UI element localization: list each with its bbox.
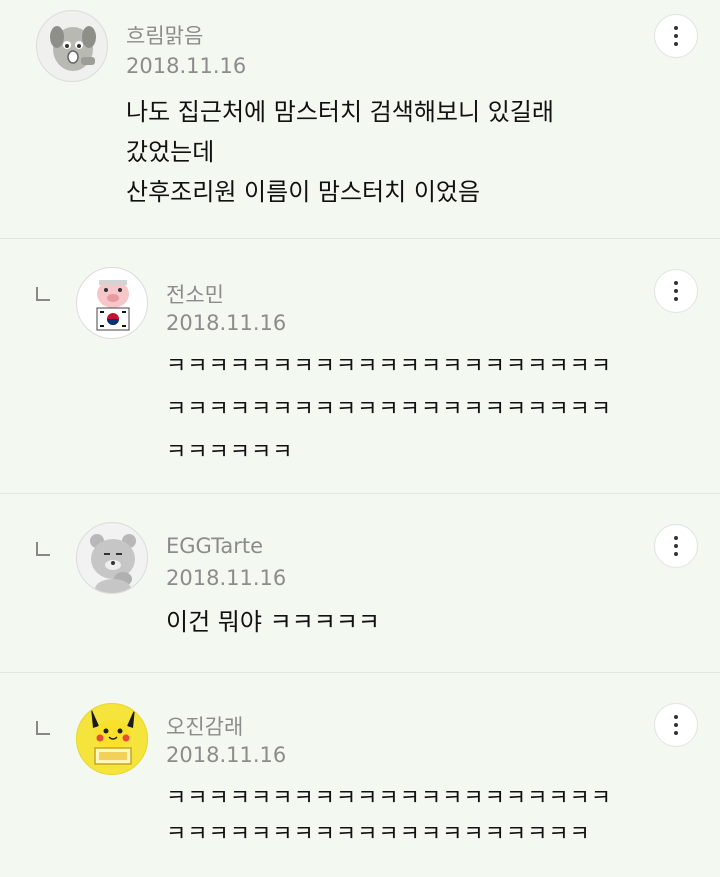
comment-text: ㅋㅋㅋㅋㅋㅋㅋㅋㅋㅋㅋㅋㅋㅋㅋㅋㅋㅋㅋㅋㅋ ㅋㅋㅋㅋㅋㅋㅋㅋㅋㅋㅋㅋㅋㅋㅋㅋㅋㅋ… [166, 781, 612, 853]
dot-icon [674, 544, 678, 548]
comment-line: ㅋㅋㅋㅋㅋㅋㅋㅋㅋㅋㅋㅋㅋㅋㅋㅋㅋㅋㅋㅋㅋ [166, 397, 613, 422]
reply-item: 전소민 2018.11.16 ㅋㅋㅋㅋㅋㅋㅋㅋㅋㅋㅋㅋㅋㅋㅋㅋㅋㅋㅋㅋㅋ ㅋㅋㅋ… [0, 239, 720, 493]
comment-date: 2018.11.16 [166, 566, 287, 590]
reply-arrow-icon [36, 721, 50, 735]
more-options-button[interactable] [654, 524, 698, 568]
comment-line: ㅋㅋㅋㅋㅋㅋㅋㅋㅋㅋㅋㅋㅋㅋㅋㅋㅋㅋㅋㅋㅋ [166, 354, 613, 379]
dot-icon [674, 297, 678, 301]
dot-icon [674, 26, 678, 30]
comment-line: ㅋㅋㅋㅋㅋㅋ [166, 440, 294, 465]
comment-line: ㅋㅋㅋㅋㅋㅋㅋㅋㅋㅋㅋㅋㅋㅋㅋㅋㅋㅋㅋㅋ [166, 822, 591, 847]
more-options-button[interactable] [654, 703, 698, 747]
avatar[interactable] [36, 10, 108, 82]
comment-text: ㅋㅋㅋㅋㅋㅋㅋㅋㅋㅋㅋㅋㅋㅋㅋㅋㅋㅋㅋㅋㅋ ㅋㅋㅋㅋㅋㅋㅋㅋㅋㅋㅋㅋㅋㅋㅋㅋㅋㅋ… [166, 345, 612, 474]
comment-date: 2018.11.16 [166, 743, 287, 767]
comment-line: 나도 집근처에 맘스터치 검색해보니 있길래 [126, 98, 554, 126]
comment-date: 2018.11.16 [126, 54, 247, 78]
dot-icon [674, 731, 678, 735]
more-options-button[interactable] [654, 269, 698, 313]
dot-icon [674, 281, 678, 285]
more-options-button[interactable] [654, 14, 698, 58]
avatar[interactable] [76, 267, 148, 339]
dot-icon [674, 715, 678, 719]
pikachu-icon [91, 708, 135, 765]
author-name[interactable]: 전소민 [166, 279, 224, 309]
reply-arrow-icon [36, 287, 50, 301]
avatar[interactable] [76, 703, 148, 775]
author-name[interactable]: 흐림맑음 [126, 20, 203, 50]
reply-arrow-icon [36, 542, 50, 556]
dot-icon [674, 552, 678, 556]
comment-line: 갔었는데 [126, 138, 215, 166]
dot-icon [674, 42, 678, 46]
comment-line: 이건 뭐야 ㅋㅋㅋㅋㅋ [166, 608, 380, 636]
comment-date: 2018.11.16 [166, 311, 287, 335]
author-name[interactable]: 오진감래 [166, 711, 243, 741]
author-name[interactable]: EGGTarte [166, 534, 263, 558]
comment-line: 산후조리원 이름이 맘스터치 이었음 [126, 178, 481, 206]
comment-item: 흐림맑음 2018.11.16 나도 집근처에 맘스터치 검색해보니 있길래 갔… [0, 0, 720, 238]
dot-icon [674, 289, 678, 293]
dot-icon [674, 34, 678, 38]
avatar[interactable] [76, 522, 148, 594]
dog-character-icon [50, 26, 96, 71]
comment-text: 이건 뭐야 ㅋㅋㅋㅋㅋ [166, 602, 380, 642]
reply-item: 오진감래 2018.11.16 ㅋㅋㅋㅋㅋㅋㅋㅋㅋㅋㅋㅋㅋㅋㅋㅋㅋㅋㅋㅋㅋ ㅋㅋ… [0, 673, 720, 877]
reply-item: EGGTarte 2018.11.16 이건 뭐야 ㅋㅋㅋㅋㅋ [0, 494, 720, 672]
bear-character-icon [90, 534, 136, 593]
comment-line: ㅋㅋㅋㅋㅋㅋㅋㅋㅋㅋㅋㅋㅋㅋㅋㅋㅋㅋㅋㅋㅋ [166, 786, 613, 811]
dot-icon [674, 723, 678, 727]
pig-korea-flag-icon [96, 280, 130, 331]
comment-text: 나도 집근처에 맘스터치 검색해보니 있길래 갔었는데 산후조리원 이름이 맘스… [126, 92, 554, 212]
dot-icon [674, 536, 678, 540]
